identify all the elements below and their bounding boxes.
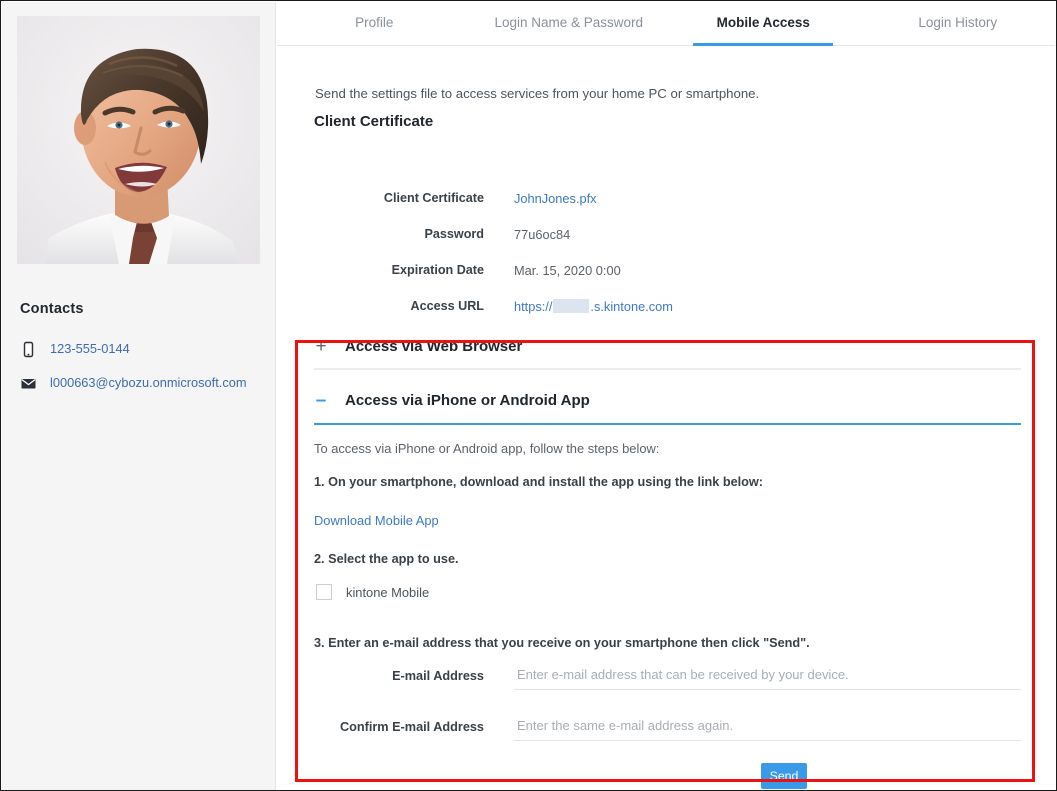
cert-value-client-certificate[interactable]: JohnJones.pfx (514, 191, 597, 206)
minus-icon: – (315, 390, 327, 411)
kintone-mobile-label: kintone Mobile (346, 584, 430, 600)
accordion-access-via-mobile-app[interactable]: – Access via iPhone or Android App (314, 391, 1021, 410)
tab-profile[interactable]: Profile (277, 2, 472, 45)
cert-label-client-certificate: Client Certificate (383, 191, 484, 205)
email-address-row: E-mail Address (314, 666, 1021, 690)
step-3-text: 3. Enter an e-mail address that you rece… (314, 636, 810, 650)
step-2-text: 2. Select the app to use. (314, 552, 459, 566)
divider (314, 368, 1021, 370)
tab-bar: Profile Login Name & Password Mobile Acc… (277, 2, 1055, 46)
contact-phone-row[interactable]: 123-555-0144 (20, 340, 268, 358)
envelope-icon (20, 375, 37, 392)
app-option-row[interactable]: kintone Mobile (316, 584, 429, 600)
contact-phone-value: 123-555-0144 (50, 341, 130, 356)
send-button[interactable]: Send (761, 763, 807, 789)
email-address-input-wrap (514, 666, 1021, 690)
download-mobile-app-link[interactable]: Download Mobile App (314, 513, 439, 528)
kintone-mobile-checkbox[interactable] (316, 584, 332, 600)
contacts-heading: Contacts (20, 301, 84, 317)
intro-text: Send the settings file to access service… (315, 86, 760, 101)
user-photo (17, 16, 260, 264)
email-address-input[interactable] (514, 667, 1021, 690)
step-1-text: 1. On your smartphone, download and inst… (314, 475, 764, 489)
main-panel: Profile Login Name & Password Mobile Acc… (277, 2, 1055, 789)
contact-email-row[interactable]: l000663@cybozu.onmicrosoft.com (20, 374, 268, 392)
cert-label-access-url: Access URL (410, 299, 485, 313)
mobile-access-window: Contacts 123-555-0144 l000663@cybozu.onm… (0, 0, 1057, 791)
confirm-email-address-row: Confirm E-mail Address (314, 717, 1021, 741)
accordion-mobile-title: Access via iPhone or Android App (345, 392, 590, 409)
redaction-block (553, 299, 590, 313)
cert-value-access-url[interactable]: https:// .s.kintone.com (514, 299, 673, 314)
confirm-email-address-input[interactable] (514, 718, 1021, 741)
cert-label-expiration-date: Expiration Date (391, 263, 484, 277)
cert-value-password: 77u6oc84 (514, 226, 571, 242)
accordion-web-title: Access via Web Browser (345, 338, 523, 355)
active-divider (314, 423, 1021, 425)
access-url-suffix: .s.kintone.com (590, 298, 673, 314)
contact-email-value: l000663@cybozu.onmicrosoft.com (50, 375, 247, 390)
access-url-prefix: https:// (514, 298, 553, 314)
accordion-access-via-web-browser[interactable]: + Access via Web Browser (314, 337, 1021, 356)
plus-icon: + (315, 336, 327, 357)
mobile-phone-icon (20, 341, 37, 358)
email-address-label: E-mail Address (392, 669, 484, 683)
cert-row-password: Password 77u6oc84 (314, 222, 1014, 246)
profile-sidebar: Contacts 123-555-0144 l000663@cybozu.onm… (2, 2, 276, 790)
tab-login-name-password[interactable]: Login Name & Password (472, 2, 667, 45)
confirm-email-address-input-wrap (514, 717, 1021, 741)
client-certificate-heading: Client Certificate (314, 113, 434, 130)
tab-mobile-access[interactable]: Mobile Access (666, 2, 861, 46)
cert-row-expiration-date: Expiration Date Mar. 15, 2020 0:00 (314, 258, 1014, 282)
cert-row-client-certificate: Client Certificate JohnJones.pfx (314, 186, 1014, 210)
cert-label-password: Password (424, 227, 485, 241)
mobile-steps-intro: To access via iPhone or Android app, fol… (314, 441, 660, 456)
cert-value-expiration-date: Mar. 15, 2020 0:00 (514, 262, 621, 278)
tab-login-history[interactable]: Login History (861, 2, 1056, 45)
cert-row-access-url: Access URL https:// .s.kintone.com (314, 294, 1014, 318)
confirm-email-address-label: Confirm E-mail Address (339, 720, 484, 734)
